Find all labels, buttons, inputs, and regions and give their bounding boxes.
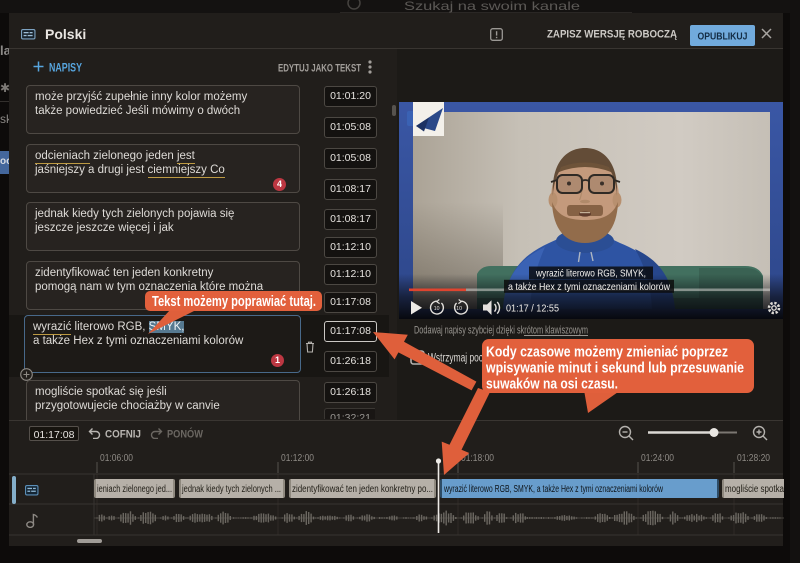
svg-text:Dodawaj napisy szybciej dzięki: Dodawaj napisy szybciej dzięki skrótom k… <box>414 325 588 337</box>
svg-text:ieniach zielonego jed...: ieniach zielonego jed... <box>97 484 172 495</box>
svg-text:01:17 / 12:55: 01:17 / 12:55 <box>506 304 559 315</box>
svg-text:EDYTUJ JAKO TEKST: EDYTUJ JAKO TEKST <box>278 63 361 75</box>
svg-text:wyrazić literowo RGB, SMYK,: wyrazić literowo RGB, SMYK, <box>535 268 646 280</box>
svg-text:10: 10 <box>434 306 440 312</box>
svg-text:10: 10 <box>456 306 462 312</box>
svg-text:OPUBLIKUJ: OPUBLIKUJ <box>698 32 748 43</box>
svg-text:NAPISY: NAPISY <box>49 63 82 75</box>
svg-text:zidentyfikować ten jeden konkr: zidentyfikować ten jeden konkretny po... <box>292 484 433 495</box>
svg-text:ZAPISZ WERSJĘ ROBOCZĄ: ZAPISZ WERSJĘ ROBOCZĄ <box>547 29 677 41</box>
svg-text:COFNIJ: COFNIJ <box>105 429 141 441</box>
svg-text:jednak kiedy tych zielonych ..: jednak kiedy tych zielonych ... <box>181 484 281 495</box>
svg-text:Wstrzymaj poc: Wstrzymaj poc <box>428 353 483 365</box>
svg-text:mogliście spotka: mogliście spotka <box>725 484 784 495</box>
svg-text:a także Hex z tymi oznaczeniam: a także Hex z tymi oznaczeniami kolorów <box>508 281 670 293</box>
svg-text:Szukaj na swoim kanale: Szukaj na swoim kanale <box>404 0 580 13</box>
svg-text:PONÓW: PONÓW <box>167 428 204 441</box>
svg-text:wyrazić literowo RGB, SMYK, a: wyrazić literowo RGB, SMYK, a także Hex … <box>443 484 663 495</box>
